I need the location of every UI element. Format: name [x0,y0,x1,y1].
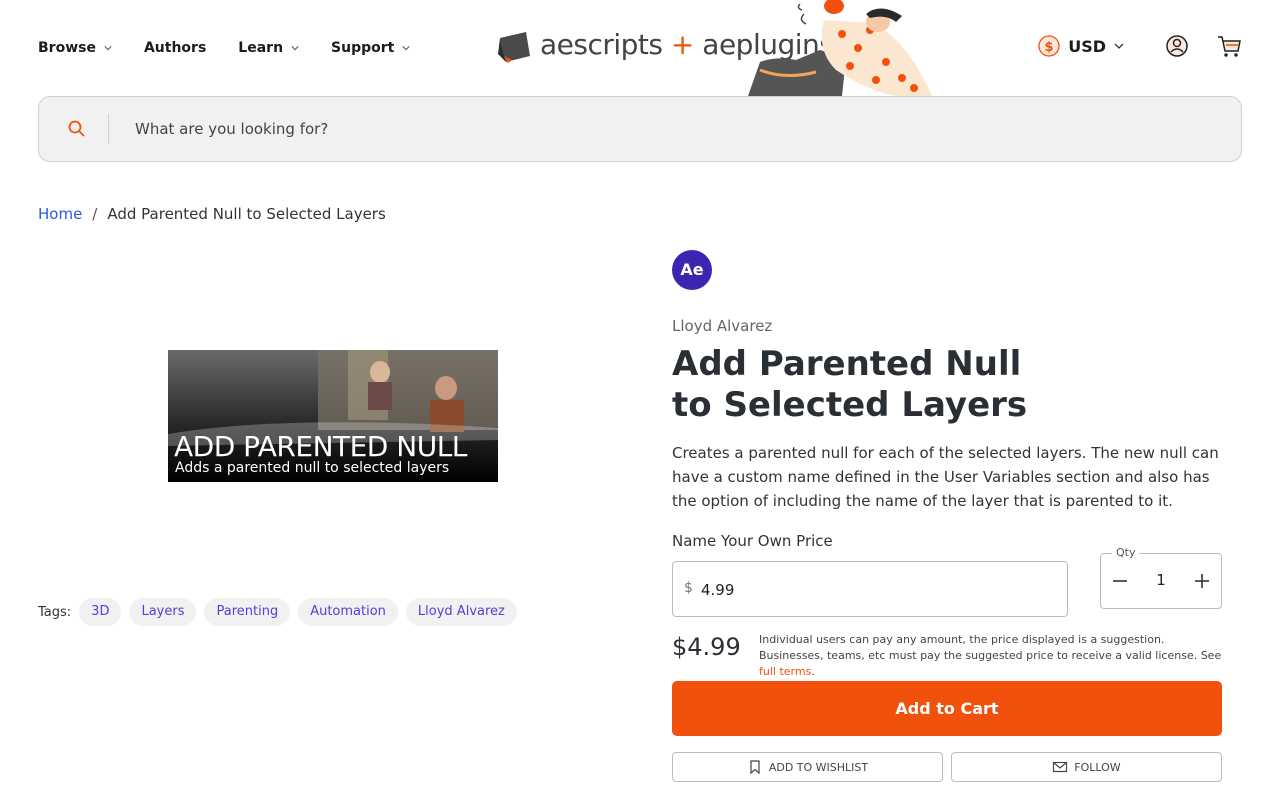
tag-lloyd-alvarez[interactable]: Lloyd Alvarez [405,598,517,626]
image-caption-title: ADD PARENTED NULL [174,430,467,463]
cart-icon[interactable] [1216,33,1242,59]
quantity-label: Qty [1112,546,1140,559]
currency-selector[interactable]: $ USD [1038,35,1124,57]
quantity-value[interactable]: 1 [1145,571,1177,589]
nav-browse-label: Browse [38,40,96,56]
header-actions: $ USD [1038,33,1242,59]
currency-label: USD [1068,36,1106,56]
account-icon[interactable] [1164,33,1190,59]
tag-layers[interactable]: Layers [129,598,197,626]
terms-text: Individual users can pay any amount, the… [759,633,1222,662]
breadcrumb: Home / Add Parented Null to Selected Lay… [38,205,386,223]
nav-support[interactable]: Support [331,38,410,58]
nav-authors-label: Authors [143,40,207,56]
logo-cube-icon [498,32,530,63]
price-input[interactable] [701,574,1041,606]
nav-learn-label: Learn [238,40,284,56]
wishlist-label: ADD TO WISHLIST [768,760,869,774]
search-input[interactable] [123,111,1223,147]
name-your-price-label: Name Your Own Price [672,532,833,550]
tags-label: Tags: [38,604,72,620]
quantity-stepper: 1 [1100,553,1222,609]
chevron-down-icon [1114,43,1124,49]
chevron-down-icon [104,46,112,51]
follow-button[interactable]: FOLLOW [951,752,1222,782]
breadcrumb-home[interactable]: Home [38,205,82,223]
search-icon[interactable] [67,119,87,139]
price-field: $ [672,561,1068,617]
search-bar [38,96,1242,162]
logo-plus: + [670,28,694,61]
display-price: $4.99 [672,633,741,661]
image-caption-subtitle: Adds a parented null to selected layers [175,460,450,476]
price-terms: Individual users can pay any amount, the… [759,632,1222,680]
price-currency-symbol: $ [684,580,693,596]
nav-support-label: Support [331,40,395,56]
plus-icon[interactable] [1191,570,1213,592]
logo-left: aescripts [540,28,663,61]
product-image[interactable]: ADD PARENTED NULL Adds a parented null t… [168,350,498,482]
nav-learn[interactable]: Learn [238,38,299,58]
chevron-down-icon [402,46,410,51]
nav-authors[interactable]: Authors [144,38,206,58]
tag-automation[interactable]: Automation [298,598,398,626]
add-to-cart-button[interactable]: Add to Cart [672,681,1222,736]
main-nav: Browse Authors Learn Support [38,38,442,58]
dollar-coin-icon: $ [1038,35,1060,57]
site-logo[interactable]: aescripts + aeplugins [496,0,936,96]
nav-browse[interactable]: Browse [38,38,112,58]
breadcrumb-separator: / [92,205,98,223]
tag-parenting[interactable]: Parenting [204,598,291,626]
svg-text:$: $ [1045,40,1054,55]
search-divider [108,114,109,144]
add-to-wishlist-button[interactable]: ADD TO WISHLIST [672,752,943,782]
product-author[interactable]: Lloyd Alvarez [672,317,772,335]
bookmark-icon [750,760,760,775]
tag-3d[interactable]: 3D [79,598,122,626]
product-title: Add Parented Null to Selected Layers [672,344,1028,425]
follow-label: FOLLOW [1074,760,1121,774]
full-terms-link[interactable]: full terms [759,665,811,678]
product-description: Creates a parented null for each of the … [672,444,1219,510]
chevron-down-icon [291,46,299,51]
tags-list: Tags: 3D Layers Parenting Automation Llo… [38,598,525,626]
breadcrumb-current: Add Parented Null to Selected Layers [107,205,386,223]
envelope-icon [1053,761,1068,773]
minus-icon[interactable] [1109,570,1131,592]
terms-end: . [811,665,815,678]
logo-illustration-icon [748,0,932,96]
after-effects-badge: Ae [672,250,712,290]
site-header: Browse Authors Learn Support aescripts +… [0,0,1280,96]
